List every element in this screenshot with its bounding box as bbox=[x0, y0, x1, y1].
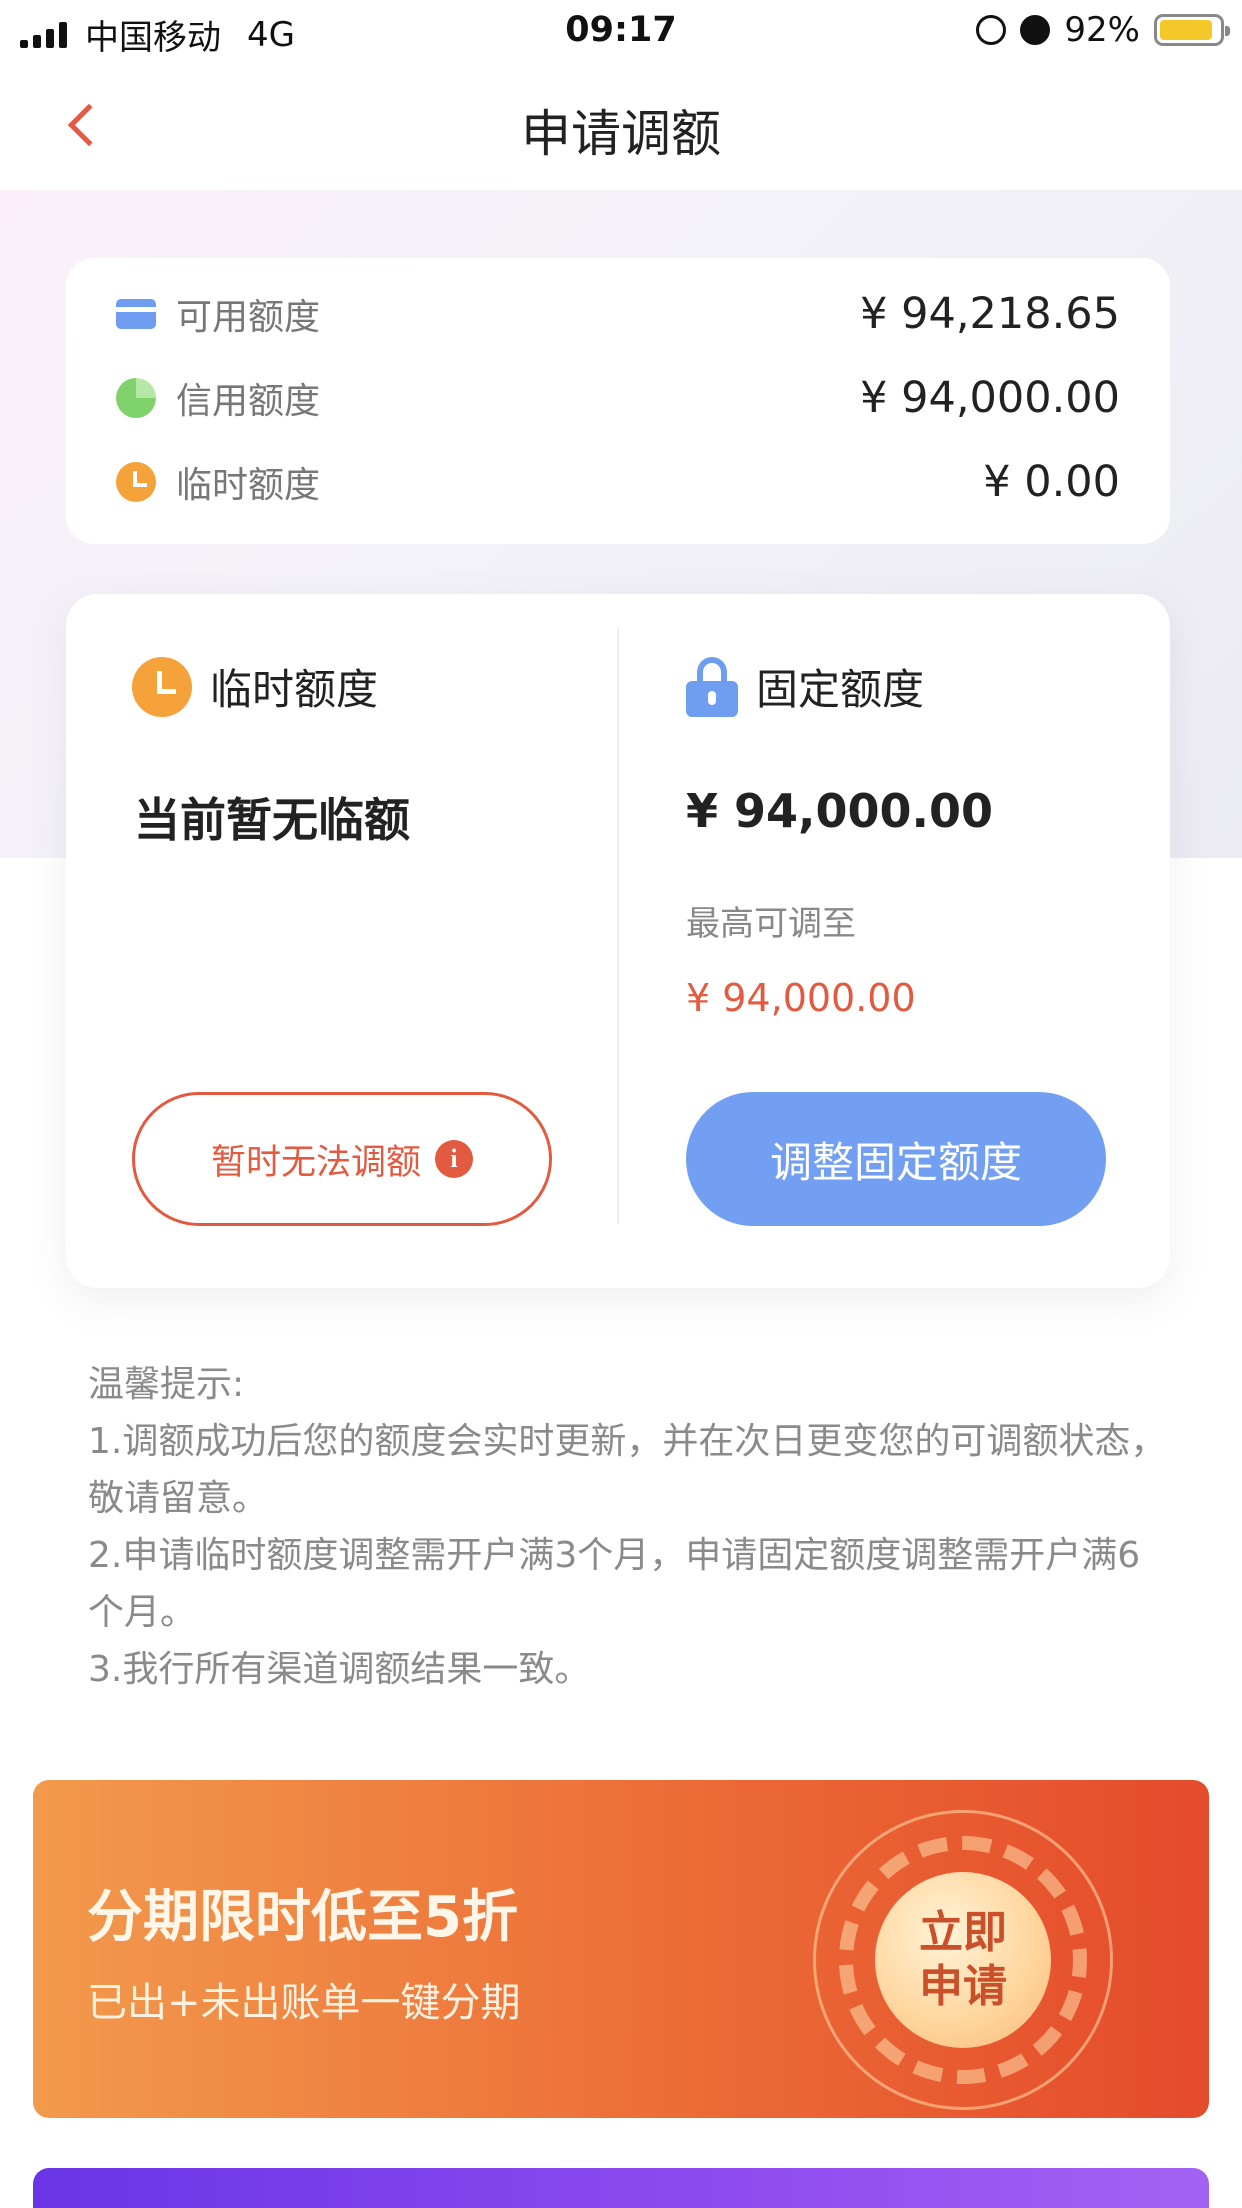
installment-promo-banner[interactable]: 分期限时低至5折 已出+未出账单一键分期 立即 申请 bbox=[33, 1780, 1209, 2118]
tip-item: 2.申请临时额度调整需开户满3个月，申请固定额度调整需开户满6个月。 bbox=[88, 1535, 1141, 1633]
fixed-limit-header: 固定额度 bbox=[686, 656, 924, 717]
column-divider bbox=[617, 628, 619, 1224]
banner-title: 分期限时低至5折 bbox=[87, 1885, 518, 1950]
badge-text: 立即 bbox=[919, 1907, 1007, 1958]
summary-row-credit: 信用额度 ¥ 94,000.00 bbox=[116, 368, 1120, 428]
temp-adjust-button-label: 暂时无法调额 bbox=[210, 1142, 421, 1183]
nav-bar: 申请调额 bbox=[0, 62, 1242, 190]
summary-label: 信用额度 bbox=[176, 381, 321, 422]
tips-section: 温馨提示: 1.调额成功后您的额度会实时更新，并在次日更变您的可调额状态，敬请留… bbox=[88, 1356, 1168, 1698]
summary-label: 临时额度 bbox=[176, 465, 321, 506]
fixed-limit-value: ¥ 94,000.00 bbox=[686, 784, 994, 838]
pie-icon bbox=[116, 378, 156, 418]
limit-summary-card: 可用额度 ¥ 94,218.65 信用额度 ¥ 94,000.00 临时额度 ¥… bbox=[66, 258, 1170, 544]
apply-now-badge[interactable]: 立即 申请 bbox=[875, 1872, 1051, 2048]
temp-limit-status: 当前暂无临额 bbox=[134, 793, 410, 847]
secondary-promo-banner[interactable] bbox=[33, 2168, 1209, 2208]
tips-heading: 温馨提示: bbox=[88, 1364, 245, 1405]
summary-row-temporary: 临时额度 ¥ 0.00 bbox=[116, 452, 1120, 512]
adjust-fixed-limit-button[interactable]: 调整固定额度 bbox=[686, 1092, 1106, 1226]
badge-text: 申请 bbox=[919, 1961, 1007, 2012]
adjust-limit-card: 临时额度 当前暂无临额 暂时无法调额 i 固定额度 ¥ 94,000.00 最高… bbox=[66, 594, 1170, 1288]
tip-item: 1.调额成功后您的额度会实时更新，并在次日更变您的可调额状态，敬请留意。 bbox=[88, 1421, 1167, 1519]
tip-item: 3.我行所有渠道调额结果一致。 bbox=[88, 1649, 591, 1690]
temp-adjust-disabled-button[interactable]: 暂时无法调额 i bbox=[132, 1092, 552, 1226]
battery-percent: 92% bbox=[1064, 10, 1140, 50]
page-title: 申请调额 bbox=[521, 105, 721, 163]
alarm-icon bbox=[1020, 15, 1051, 45]
max-adjust-value: ¥ 94,000.00 bbox=[686, 976, 916, 1020]
max-adjust-label: 最高可调至 bbox=[686, 904, 856, 944]
summary-value: ¥ 94,218.65 bbox=[860, 289, 1120, 339]
banner-subtitle: 已出+未出账单一键分期 bbox=[87, 1980, 521, 2026]
battery-icon bbox=[1154, 14, 1230, 46]
card-icon bbox=[116, 299, 156, 329]
fixed-limit-title: 固定额度 bbox=[756, 665, 925, 714]
summary-value: ¥ 0.00 bbox=[983, 457, 1120, 507]
rotation-lock-icon bbox=[976, 15, 1007, 45]
temp-limit-title: 临时额度 bbox=[210, 665, 379, 714]
info-icon[interactable]: i bbox=[435, 1140, 473, 1178]
clock-icon bbox=[116, 462, 156, 502]
summary-row-available: 可用额度 ¥ 94,218.65 bbox=[116, 284, 1120, 344]
summary-value: ¥ 94,000.00 bbox=[860, 373, 1120, 423]
status-bar: 中国移动 4G 09:17 92% bbox=[0, 0, 1242, 62]
temp-limit-header: 临时额度 bbox=[132, 656, 378, 717]
clock-icon bbox=[132, 656, 192, 717]
summary-label: 可用额度 bbox=[176, 297, 321, 338]
lock-icon bbox=[686, 656, 738, 717]
